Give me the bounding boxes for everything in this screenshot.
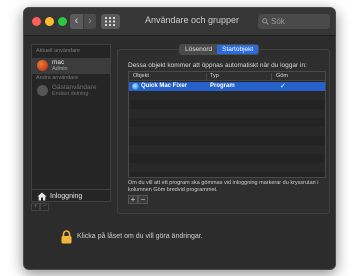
tab-login-items[interactable]: Startobjekt: [217, 45, 259, 54]
other-users-header: Andra användare: [36, 75, 79, 81]
empty-row: [129, 145, 325, 154]
search-icon: [262, 18, 269, 25]
user-name: Gästanvändare: [52, 84, 97, 91]
avatar: [37, 60, 48, 71]
app-icon: [132, 83, 139, 90]
current-users-header: Aktuell användare: [36, 48, 81, 54]
empty-row: [129, 163, 325, 172]
add-user-button[interactable]: +: [31, 203, 40, 211]
sidebar-buttons: + −: [31, 203, 49, 211]
column-divider: [206, 73, 207, 80]
user-role: Endast delning: [52, 91, 89, 97]
close-button[interactable]: [32, 17, 41, 26]
grid-icon: [105, 17, 115, 26]
table-row[interactable]: Quick Mac Fixer Program ✓: [129, 82, 325, 91]
table-header: Objekt Typ Göm: [129, 72, 325, 81]
empty-row: [129, 109, 325, 118]
forward-button[interactable]: ›: [83, 14, 96, 29]
login-items-buttons: + −: [128, 195, 148, 204]
guest-avatar: [37, 85, 48, 96]
row-type: Program: [210, 83, 235, 89]
window-title: Användare och grupper: [144, 15, 240, 25]
column-divider: [271, 73, 272, 80]
minimize-button[interactable]: [45, 17, 54, 26]
tab-bar: Lösenord Startobjekt: [179, 44, 260, 55]
empty-row: [129, 118, 325, 127]
lock-icon[interactable]: [61, 230, 72, 244]
add-login-item-button[interactable]: +: [128, 195, 138, 204]
login-items-table[interactable]: Objekt Typ Göm Quick Mac Fixer Program ✓: [128, 71, 326, 178]
empty-row: [129, 127, 325, 136]
login-options-item[interactable]: Inloggning: [32, 189, 110, 203]
tab-password[interactable]: Lösenord: [180, 45, 218, 54]
user-item-guest[interactable]: Gästanvändare Endast delning: [32, 83, 110, 99]
home-icon: [37, 192, 47, 201]
hide-help-text: Om du vill att ett program ska gömmas vi…: [128, 180, 319, 193]
empty-row: [129, 136, 325, 145]
empty-row: [129, 100, 325, 109]
empty-row: [129, 91, 325, 100]
back-button[interactable]: ‹: [70, 14, 83, 29]
login-items-intro: Dessa objekt kommer att öppnas automatis…: [128, 62, 307, 69]
user-item-mac[interactable]: mac Admin: [32, 58, 110, 74]
column-header-hide[interactable]: Göm: [276, 73, 288, 79]
preferences-window: ‹ › Användare och grupper Aktuell använd…: [23, 7, 336, 270]
nav-buttons: ‹ ›: [70, 14, 96, 29]
login-options-label: Inloggning: [50, 193, 83, 200]
show-all-button[interactable]: [101, 14, 120, 29]
lock-message: Klicka på låset om du vill göra ändringa…: [77, 233, 203, 240]
remove-login-item-button[interactable]: −: [138, 195, 148, 204]
remove-user-button[interactable]: −: [40, 203, 49, 211]
column-header-type[interactable]: Typ: [210, 73, 219, 79]
checkmark-icon[interactable]: ✓: [280, 82, 286, 90]
empty-row: [129, 154, 325, 163]
column-header-object[interactable]: Objekt: [133, 73, 149, 79]
users-sidebar: Aktuell användare mac Admin Andra använd…: [31, 44, 111, 202]
user-name: mac: [52, 59, 65, 66]
zoom-button[interactable]: [58, 17, 67, 26]
user-role: Admin: [52, 66, 68, 72]
row-object: Quick Mac Fixer: [141, 83, 188, 89]
